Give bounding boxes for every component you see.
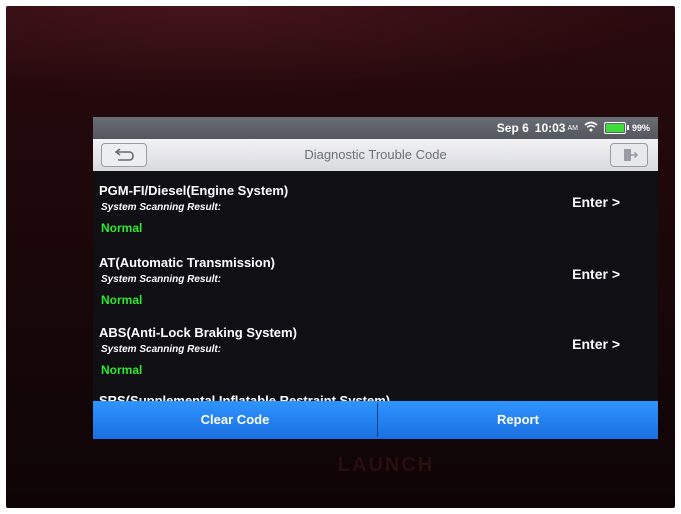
action-bar: Clear Code Report [93,401,658,439]
screen-glare [6,6,675,96]
exit-icon [611,149,647,170]
battery-percent: 99% [631,123,650,133]
system-name: ABS(Anti-Lock Braking System) [99,325,297,340]
exit-button[interactable] [610,143,648,167]
title-bar: Diagnostic Trouble Code [93,139,658,171]
system-row[interactable]: PGM-FI/Diesel(Engine System) System Scan… [93,175,658,245]
scan-result-value: Normal [101,363,143,377]
wifi-icon [584,121,598,135]
report-button[interactable]: Report [378,401,658,439]
scan-result-label: System Scanning Result: [101,344,222,355]
status-ampm: AM [567,124,578,132]
scan-result-label: System Scanning Result: [101,274,222,285]
scan-result-label: System Scanning Result: [101,202,222,213]
status-time: 10:03 [534,121,566,135]
device-brand-logo: LAUNCH [337,454,435,476]
battery-fill [605,124,624,132]
enter-button[interactable]: Enter > [572,194,620,210]
status-date: Sep 6 [496,121,529,135]
page-title: Diagnostic Trouble Code [304,147,447,162]
system-row[interactable]: AT(Automatic Transmission) System Scanni… [93,247,658,317]
system-row[interactable]: ABS(Anti-Lock Braking System) System Sca… [93,317,658,387]
device-photo: LAUNCH Sep 6 10:03 AM 99% Diagnostic Tro… [6,6,675,508]
battery-icon [603,122,629,134]
device-screen: Sep 6 10:03 AM 99% Diagnostic Trouble Co… [93,117,658,439]
system-name: PGM-FI/Diesel(Engine System) [99,183,289,198]
enter-button[interactable]: Enter > [572,266,620,282]
scan-result-value: Normal [101,221,143,235]
status-right: Sep 6 10:03 AM 99% [497,121,650,135]
system-list: PGM-FI/Diesel(Engine System) System Scan… [93,175,658,401]
enter-button[interactable]: Enter > [572,336,620,352]
system-row[interactable]: SRS(Supplemental Inflatable Restraint Sy… [93,385,658,401]
system-name: SRS(Supplemental Inflatable Restraint Sy… [99,393,391,401]
status-bar: Sep 6 10:03 AM 99% [93,117,658,139]
clear-code-button[interactable]: Clear Code [93,401,377,439]
system-name: AT(Automatic Transmission) [99,255,276,270]
scan-result-value: Normal [101,293,143,307]
